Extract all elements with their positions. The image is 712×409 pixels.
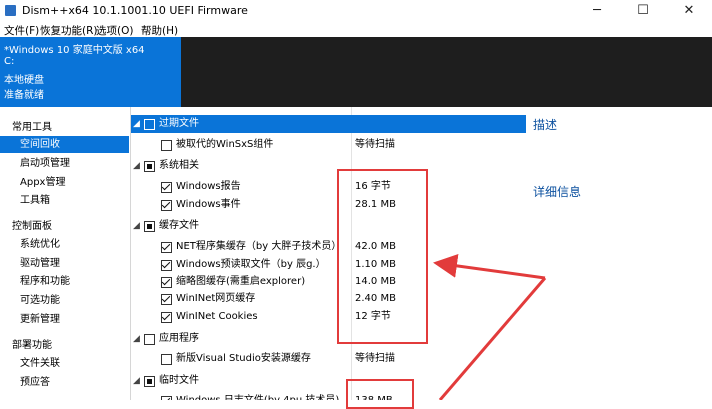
item-checkbox[interactable] — [161, 140, 172, 151]
category-checkbox[interactable] — [144, 334, 155, 345]
menu-bar: 文件(F) 恢复功能(R) 选项(O) 帮助(H) — [0, 22, 712, 37]
item-checkbox[interactable] — [161, 242, 172, 253]
category-row-expired[interactable]: ◢ 过期文件 — [131, 115, 526, 133]
sidebar-item-space-recovery[interactable]: 空间回收 — [0, 136, 129, 153]
sidebar-item-toolbox[interactable]: 工具箱 — [0, 192, 129, 209]
item-checkbox[interactable] — [161, 354, 172, 365]
sidebar-item-preanswer[interactable]: 预应答 — [0, 374, 129, 391]
menu-file[interactable]: 文件(F) — [4, 23, 39, 38]
item-checkbox[interactable] — [161, 200, 172, 211]
sidebar-item-programs[interactable]: 程序和功能 — [0, 273, 129, 290]
sidebar-item-optional-features[interactable]: 可选功能 — [0, 292, 129, 309]
collapse-arrow-icon[interactable]: ◢ — [133, 372, 140, 390]
category-checkbox[interactable] — [144, 161, 155, 172]
sidebar-item-updates[interactable]: 更新管理 — [0, 311, 129, 328]
item-checkbox[interactable] — [161, 260, 172, 271]
session-bar: *Windows 10 家庭中文版 x64 C: 本地硬盘 准备就绪 — [0, 37, 712, 107]
description-link[interactable]: 描述 — [533, 116, 557, 133]
sidebar-item-startup[interactable]: 启动项管理 — [0, 155, 129, 172]
item-checkbox[interactable] — [161, 294, 172, 305]
menu-options[interactable]: 选项(O) — [96, 23, 133, 38]
collapse-arrow-icon[interactable]: ◢ — [133, 115, 140, 133]
sidebar-group-common-tools: 常用工具 — [12, 122, 52, 133]
category-checkbox[interactable] — [144, 221, 155, 232]
session-drive: C: — [4, 56, 15, 67]
sidebar-group-control-panel: 控制面板 — [12, 221, 52, 232]
app-icon — [5, 5, 16, 16]
session-os: *Windows 10 家庭中文版 x64 — [4, 45, 145, 56]
item-checkbox[interactable] — [161, 312, 172, 323]
close-button[interactable]: ✕ — [666, 0, 712, 22]
category-checkbox[interactable] — [144, 119, 155, 130]
window-title: Dism++x64 10.1.1001.10 UEFI Firmware — [22, 4, 248, 17]
item-checkbox[interactable] — [161, 277, 172, 288]
sidebar-item-drivers[interactable]: 驱动管理 — [0, 255, 129, 272]
sidebar: 常用工具 空间回收 启动项管理 Appx管理 工具箱 控制面板 系统优化 驱动管… — [0, 107, 131, 400]
menu-restore[interactable]: 恢复功能(R) — [40, 23, 98, 38]
session-status: 准备就绪 — [4, 90, 44, 101]
title-bar: Dism++x64 10.1.1001.10 UEFI Firmware ─ ☐… — [0, 0, 712, 22]
menu-help[interactable]: 帮助(H) — [141, 23, 178, 38]
collapse-arrow-icon[interactable]: ◢ — [133, 157, 140, 175]
item-checkbox[interactable] — [161, 182, 172, 193]
minimize-button[interactable]: ─ — [574, 0, 620, 22]
collapse-arrow-icon[interactable]: ◢ — [133, 330, 140, 348]
category-checkbox[interactable] — [144, 376, 155, 387]
sidebar-item-file-assoc[interactable]: 文件关联 — [0, 355, 129, 372]
item-checkbox[interactable] — [161, 396, 172, 400]
session-item-selected[interactable]: *Windows 10 家庭中文版 x64 C: 本地硬盘 准备就绪 — [0, 37, 181, 107]
collapse-arrow-icon[interactable]: ◢ — [133, 217, 140, 235]
sidebar-item-appx[interactable]: Appx管理 — [0, 174, 129, 191]
details-link[interactable]: 详细信息 — [533, 183, 581, 200]
sidebar-group-deploy: 部署功能 — [12, 340, 52, 351]
sidebar-item-optimize[interactable]: 系统优化 — [0, 236, 129, 253]
session-disk: 本地硬盘 — [4, 75, 44, 86]
highlight-box-values — [337, 169, 428, 344]
maximize-button[interactable]: ☐ — [620, 0, 666, 22]
highlight-box-temp — [346, 379, 414, 409]
